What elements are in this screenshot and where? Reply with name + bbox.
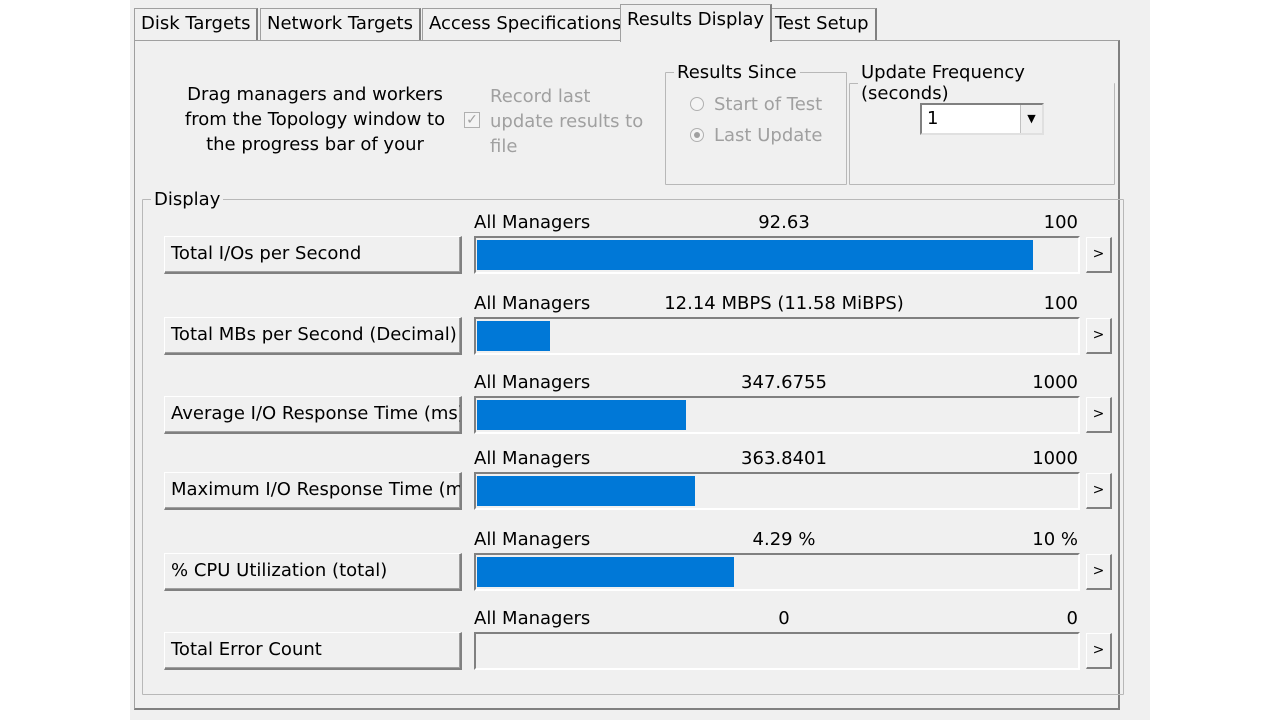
instruction-text: Drag managers and workers from the Topol…	[184, 84, 446, 155]
tab-access-specifications[interactable]: Access Specifications	[422, 8, 630, 40]
tab-strip: Disk Targets Network Targets Access Spec…	[130, 0, 1150, 42]
metric-progress-bar[interactable]	[474, 472, 1080, 510]
tab-disk-targets[interactable]: Disk Targets	[134, 8, 259, 40]
radio-indicator-selected	[690, 128, 704, 142]
record-results-label: Record last update results to file	[490, 86, 644, 157]
results-since-group: Results Since	[665, 62, 847, 185]
radio-start-of-test-label: Start of Test	[714, 94, 823, 115]
metric-detail-button[interactable]: >	[1086, 397, 1112, 433]
radio-start-of-test[interactable]: Start of Test	[690, 94, 822, 115]
metric-progress-fill	[477, 400, 686, 430]
metric-max-label: 1000	[1032, 372, 1078, 393]
metric-progress-bar[interactable]	[474, 236, 1080, 274]
radio-last-update-label: Last Update	[714, 125, 823, 146]
metric-source-label: All Managers	[474, 293, 591, 314]
metric-max-label: 1000	[1032, 448, 1078, 469]
metric-detail-button[interactable]: >	[1086, 554, 1112, 590]
metric-detail-button[interactable]: >	[1086, 473, 1112, 509]
radio-indicator	[690, 97, 704, 111]
metric-detail-button[interactable]: >	[1086, 237, 1112, 273]
display-legend: Display	[154, 189, 221, 210]
tab-results-display[interactable]: Results Display	[620, 4, 773, 42]
metric-progress-fill	[477, 476, 695, 506]
tab-test-setup[interactable]: Test Setup	[768, 8, 877, 40]
metric-progress-fill	[477, 557, 734, 587]
metric-select-button[interactable]: Average I/O Response Time (ms)	[164, 396, 462, 434]
metric-select-button[interactable]: Maximum I/O Response Time (ms)	[164, 472, 462, 510]
metric-max-label: 100	[1043, 293, 1078, 314]
metric-progress-bar[interactable]	[474, 396, 1080, 434]
chevron-down-icon[interactable]: ▼	[1020, 105, 1042, 133]
metric-max-label: 0	[1066, 608, 1078, 629]
metric-progress-fill	[477, 321, 550, 351]
update-frequency-select[interactable]: 1 ▼	[920, 103, 1044, 135]
metric-progress-bar[interactable]	[474, 632, 1080, 670]
metric-source-label: All Managers	[474, 448, 591, 469]
metric-detail-button[interactable]: >	[1086, 318, 1112, 354]
metric-detail-button[interactable]: >	[1086, 633, 1112, 669]
update-frequency-value: 1	[927, 108, 939, 129]
results-since-legend: Results Since	[677, 62, 797, 83]
radio-last-update[interactable]: Last Update	[690, 125, 822, 146]
metric-select-button[interactable]: Total Error Count	[164, 632, 462, 670]
update-frequency-legend: Update Frequency (seconds)	[861, 62, 1025, 104]
tab-network-targets[interactable]: Network Targets	[260, 8, 421, 40]
metric-source-label: All Managers	[474, 212, 591, 233]
metric-progress-fill	[477, 240, 1033, 270]
metric-max-label: 100	[1043, 212, 1078, 233]
record-results-checkbox[interactable]: ✓	[464, 112, 480, 128]
metric-max-label: 10 %	[1032, 529, 1078, 550]
metric-source-label: All Managers	[474, 372, 591, 393]
metric-select-button[interactable]: Total I/Os per Second	[164, 236, 462, 274]
metric-select-button[interactable]: % CPU Utilization (total)	[164, 553, 462, 591]
metric-progress-bar[interactable]	[474, 317, 1080, 355]
iometer-window: Disk Targets Network Targets Access Spec…	[130, 0, 1150, 720]
metric-source-label: All Managers	[474, 608, 591, 629]
metric-select-button[interactable]: Total MBs per Second (Decimal)	[164, 317, 462, 355]
metric-source-label: All Managers	[474, 529, 591, 550]
metric-progress-bar[interactable]	[474, 553, 1080, 591]
